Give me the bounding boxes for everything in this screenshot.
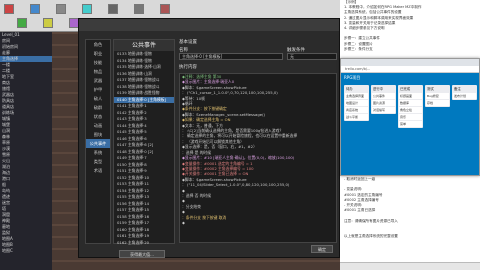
category-tab[interactable]: 敌人 [86,94,110,103]
category-tab[interactable]: 类型 [86,157,110,166]
event-command-line[interactable]: ◆ [180,220,336,225]
kanban-list-title: 已完成 [400,87,411,91]
kanban-card[interactable]: 地图设计 [345,100,368,106]
kanban-card[interactable]: 图片资源 [372,100,395,106]
category-tab[interactable]: 系统 [86,148,110,157]
kanban-card[interactable]: 角色立绘 [399,107,422,113]
category-tab[interactable]: 图块 [86,130,110,139]
kanban-card[interactable]: 发布计划 [453,93,476,99]
toolbar-button[interactable] [82,4,92,14]
map-tile-row [52,260,340,262]
kanban-card[interactable]: 数据库 [399,100,422,106]
event-content-editor[interactable]: ◆注释：选择主角 第30 ◆显示图片：主角选择·瑞亚人0 ◆脚本：$gameScre… [179,73,337,243]
kanban-list-title: 备注 [454,87,461,91]
category-list[interactable]: 角色 职业 技能 物品 武器 护甲 敌人 敌群 状态 动画 图块 公共事件 系统 类型 术语 [85,39,111,244]
kanban-card[interactable]: 标题画面 [399,93,422,99]
toolbar-button[interactable] [43,18,53,28]
category-tab[interactable]: 动画 [86,121,110,130]
category-tab[interactable]: 职业 [86,49,110,58]
kanban-list[interactable]: 待办主角选择界面 地图设计 商店系统 战斗平衡 [344,85,369,121]
event-list-item[interactable]: 0162 主角选择·20 [114,240,174,247]
kanban-card[interactable]: 商店系统 [345,107,368,113]
database-dialog: 角色 职业 技能 物品 武器 护甲 敌人 敌群 状态 动画 图块 公共事件 系统 类型 术语 公共事件 01… [78,18,340,258]
taskbar[interactable] [340,262,480,270]
kanban-card[interactable]: Bug修复 [426,93,449,99]
board-title: RPG项目 [344,75,361,80]
toolbar-button[interactable] [56,4,66,14]
category-tab[interactable]: 状态 [86,112,110,121]
kanban-card[interactable]: 菜单 [399,121,422,127]
kanban-list[interactable]: 备注 发布计划 [452,85,477,100]
kanban-card[interactable]: 音乐 [399,114,422,120]
category-tab[interactable]: 术语 [86,166,110,175]
kanban-card[interactable]: 公共事件 [372,93,395,99]
event-list-header: 公共事件 [114,40,174,51]
kanban-list-title: 待办 [346,87,353,91]
kanban-list[interactable]: 测试 Bug修复 存档 [425,85,450,107]
toolbar-button[interactable] [108,4,118,14]
kanban-list[interactable]: 进行中公共事件 图片资源 对话编写 [371,85,396,114]
category-tab[interactable]: 护甲 [86,85,110,94]
category-tab[interactable]: 公共事件 [86,139,110,148]
kanban-list-title: 进行中 [373,87,384,91]
browser-window[interactable]: trello.com/b/... RPG项目 待办主角选择界面 地图设计 商店系统战… [340,58,480,176]
kanban-card[interactable]: 存档 [426,100,449,106]
basic-settings-label: 基本设置 [179,40,197,45]
toolbar-button[interactable] [160,4,170,14]
dialog-title [79,19,339,31]
category-tab[interactable]: 敌群 [86,103,110,112]
toolbar-button[interactable] [4,4,14,14]
kanban-card[interactable]: 战斗平衡 [345,114,368,120]
toolbar-button[interactable] [134,4,144,14]
category-tab[interactable]: 技能 [86,58,110,67]
category-tab[interactable]: 角色 [86,40,110,49]
category-tab[interactable]: 武器 [86,76,110,85]
category-tab[interactable]: 物品 [86,67,110,76]
browser-url-bar[interactable]: trello.com/b/... [341,66,479,73]
kanban-card[interactable]: 主角选择界面 [345,93,368,99]
kanban-list-title: 测试 [427,87,434,91]
browser-tabs[interactable] [341,59,479,66]
ok-button[interactable]: 确定 [311,245,333,253]
trigger-select[interactable]: 无 [287,53,337,60]
toolbar-button[interactable] [17,18,27,28]
change-maximum-button[interactable]: 获得最大值... [119,250,165,258]
kanban-list[interactable]: 已完成标题画面 数据库 角色立绘 音乐 菜单 [398,85,423,128]
toolbar-button[interactable] [30,4,40,14]
common-event-list[interactable]: 公共事件 0133 地图训练·怪物 0134 地图训练·怪物 0135 地图训练·选… [113,39,175,247]
map-list-item[interactable]: 地图C [0,248,52,254]
kanban-card[interactable]: 对话编写 [372,107,395,113]
event-detail-panel: 基本设置 名称 主角选择·0 [主角模板] 触发条件 无 执行内容 ◆注释：选择… [179,39,337,254]
kanban-board: RPG项目 待办 主角选择界面 地图设计 商店系统 战斗平衡 进行中 公共事件 图片资源 对话编… [341,73,479,175]
map-list[interactable]: Level_01 房间 初始房间 走廊 主角选择 一楼 二楼 地下室 商店 旅馆 … [0,32,52,270]
content-label: 执行内容 [179,65,197,70]
name-input[interactable]: 主角选择·0 [主角模板] [179,53,283,60]
